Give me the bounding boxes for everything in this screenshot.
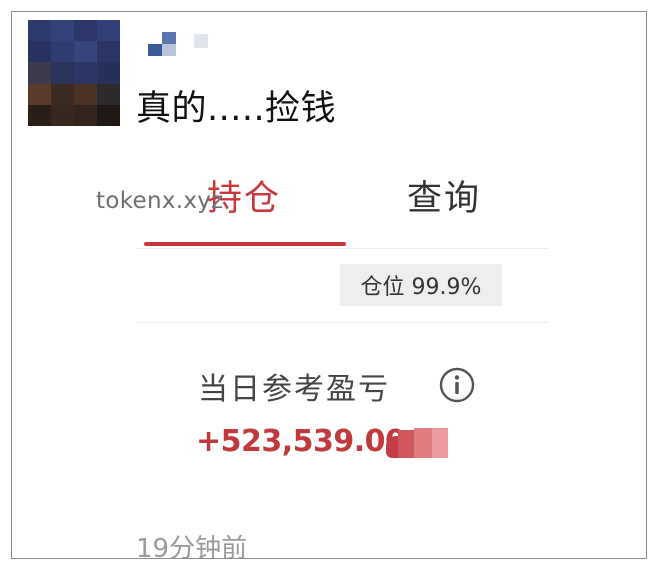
daily-pnl-value: +523,539.00 [196,424,406,459]
position-badge: 仓位 99.9% [340,264,502,306]
post-text: 真的.....捡钱 [136,89,337,129]
watermark: tokenx.xyz [96,188,224,214]
post-screenshot: 真的.....捡钱 持仓 查询 tokenx.xyz 仓位 99.9% 当日参考… [11,11,647,559]
redacted-block [386,426,450,462]
daily-pnl-label: 当日参考盈亏 [198,372,390,407]
section-divider [136,322,548,323]
info-icon[interactable] [438,366,476,404]
tab-divider [136,248,548,249]
username-pixelated[interactable] [148,32,214,64]
timestamp: 19分钟前 [136,534,248,559]
tab-query[interactable]: 查询 [407,170,481,221]
active-tab-indicator [144,242,346,246]
avatar[interactable] [28,20,120,126]
